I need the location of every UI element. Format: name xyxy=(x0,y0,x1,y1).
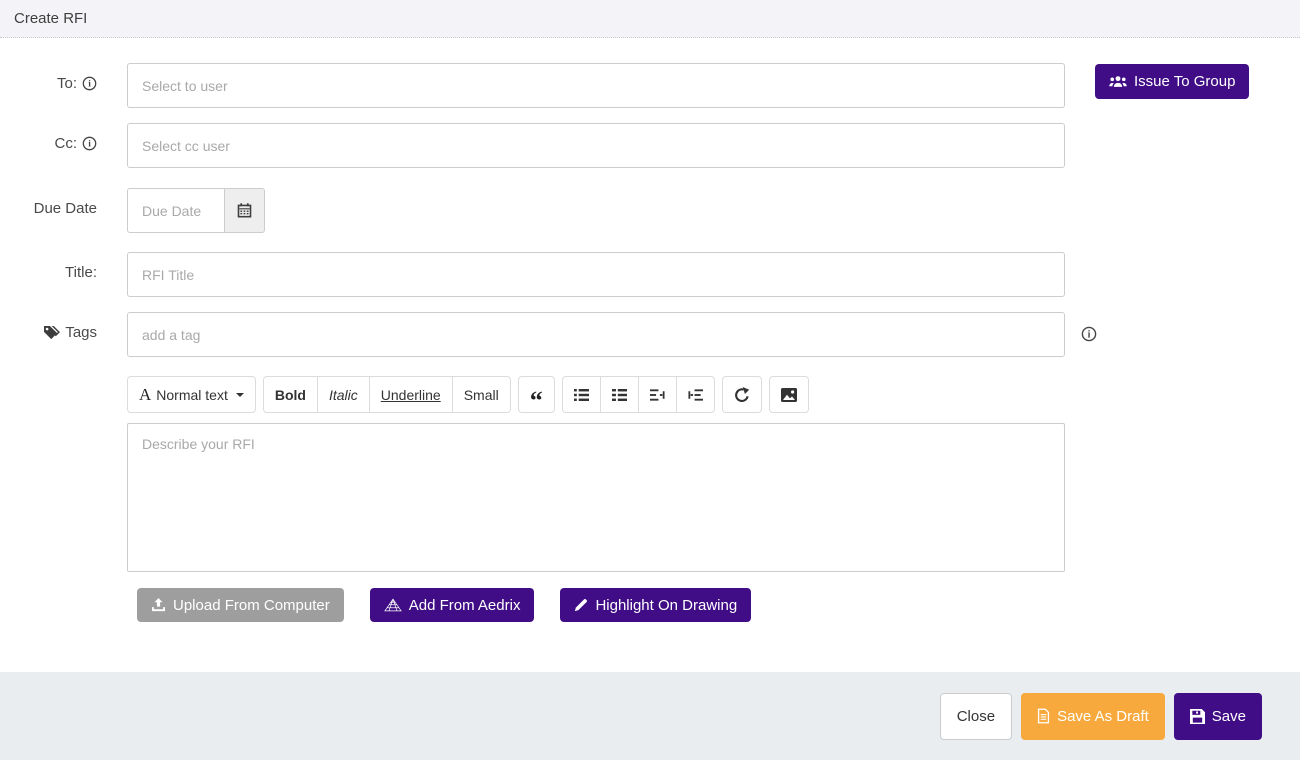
title-label: Title: xyxy=(65,264,97,281)
upload-from-computer-button[interactable]: Upload From Computer xyxy=(137,588,344,622)
add-from-aedrix-button[interactable]: Add From Aedrix xyxy=(370,588,535,622)
tags-row: Tags i xyxy=(0,312,1300,357)
due-date-row: Due Date xyxy=(0,188,1300,233)
tags-icon xyxy=(43,325,60,340)
modal-header: Create RFI xyxy=(0,0,1300,38)
upload-from-computer-label: Upload From Computer xyxy=(173,597,330,614)
underline-button[interactable]: Underline xyxy=(369,376,453,413)
redo-icon xyxy=(734,387,750,403)
info-icon[interactable]: i xyxy=(82,76,97,91)
title-label-group: Title: xyxy=(0,252,127,281)
highlight-on-drawing-button[interactable]: Highlight On Drawing xyxy=(560,588,751,622)
save-as-draft-label: Save As Draft xyxy=(1057,708,1149,725)
save-as-draft-button[interactable]: Save As Draft xyxy=(1021,693,1165,740)
unordered-list-icon xyxy=(574,388,589,402)
due-date-label-group: Due Date xyxy=(0,188,127,217)
italic-button[interactable]: Italic xyxy=(317,376,370,413)
rfi-title-input[interactable] xyxy=(127,252,1065,297)
modal-footer: Close Save As Draft Save xyxy=(0,672,1300,760)
tags-label-group: Tags xyxy=(0,312,127,341)
cc-label-group: Cc: i xyxy=(0,123,127,152)
outdent-icon xyxy=(650,388,665,402)
text-style-dropdown[interactable]: A Normal text xyxy=(127,376,256,413)
calendar-addon-button[interactable] xyxy=(225,188,265,233)
issue-to-group-button[interactable]: Issue To Group xyxy=(1095,64,1249,99)
to-user-input[interactable] xyxy=(127,63,1065,108)
unordered-list-button[interactable] xyxy=(562,376,601,413)
image-group xyxy=(769,376,809,413)
blockquote-button[interactable]: “ xyxy=(518,376,555,413)
small-button[interactable]: Small xyxy=(452,376,511,413)
style-group: A Normal text xyxy=(127,376,256,413)
add-from-aedrix-label: Add From Aedrix xyxy=(409,597,521,614)
svg-text:i: i xyxy=(88,140,91,150)
calendar-icon xyxy=(237,203,252,218)
rfi-form: To: i Issue To Group Cc: i xyxy=(0,38,1300,622)
create-rfi-modal: Create RFI To: i Issue To Group Cc: xyxy=(0,0,1300,760)
indent-button[interactable] xyxy=(676,376,715,413)
text-style-label: Normal text xyxy=(156,387,228,403)
issue-to-group-label: Issue To Group xyxy=(1134,73,1235,90)
indent-icon xyxy=(688,388,703,402)
pencil-icon xyxy=(574,598,588,612)
to-row: To: i Issue To Group xyxy=(0,63,1300,108)
attachment-actions: Upload From Computer Add From Aedrix Hig… xyxy=(137,588,1300,622)
cc-user-input[interactable] xyxy=(127,123,1065,168)
ordered-list-button[interactable] xyxy=(600,376,639,413)
blockquote-icon: “ xyxy=(530,396,543,406)
cc-label: Cc: xyxy=(55,135,78,152)
svg-text:i: i xyxy=(1088,329,1091,340)
editor-toolbar: A Normal text Bold Italic Underline Smal… xyxy=(127,376,1300,413)
format-group: Bold Italic Underline Small xyxy=(263,376,511,413)
aedrix-logo-icon xyxy=(384,598,402,612)
insert-image-button[interactable] xyxy=(769,376,809,413)
users-group-icon xyxy=(1109,75,1127,88)
redo-button[interactable] xyxy=(722,376,762,413)
due-date-input[interactable] xyxy=(127,188,225,233)
svg-text:i: i xyxy=(88,80,91,90)
tags-label: Tags xyxy=(65,324,97,341)
title-row: Title: xyxy=(0,252,1300,297)
caret-down-icon xyxy=(236,393,244,397)
ordered-list-icon xyxy=(612,388,627,402)
document-icon xyxy=(1037,708,1050,724)
close-button[interactable]: Close xyxy=(940,693,1012,740)
quote-group: “ xyxy=(518,376,555,413)
redo-group xyxy=(722,376,762,413)
save-label: Save xyxy=(1212,708,1246,725)
list-group xyxy=(562,376,715,413)
upload-icon xyxy=(151,598,166,612)
save-button[interactable]: Save xyxy=(1174,693,1262,740)
info-icon[interactable]: i xyxy=(82,136,97,151)
due-date-group xyxy=(127,188,265,233)
outdent-button[interactable] xyxy=(638,376,677,413)
info-icon[interactable]: i xyxy=(1081,326,1097,342)
bold-button[interactable]: Bold xyxy=(263,376,318,413)
page-title: Create RFI xyxy=(14,10,87,27)
highlight-on-drawing-label: Highlight On Drawing xyxy=(595,597,737,614)
to-label-group: To: i xyxy=(0,63,127,92)
cc-row: Cc: i xyxy=(0,123,1300,168)
save-floppy-icon xyxy=(1190,709,1205,724)
font-style-icon: A xyxy=(139,386,151,403)
rfi-description-editor[interactable] xyxy=(127,423,1065,572)
image-icon xyxy=(781,388,797,402)
to-label: To: xyxy=(57,75,77,92)
due-date-label: Due Date xyxy=(34,200,97,217)
add-tag-input[interactable] xyxy=(127,312,1065,357)
